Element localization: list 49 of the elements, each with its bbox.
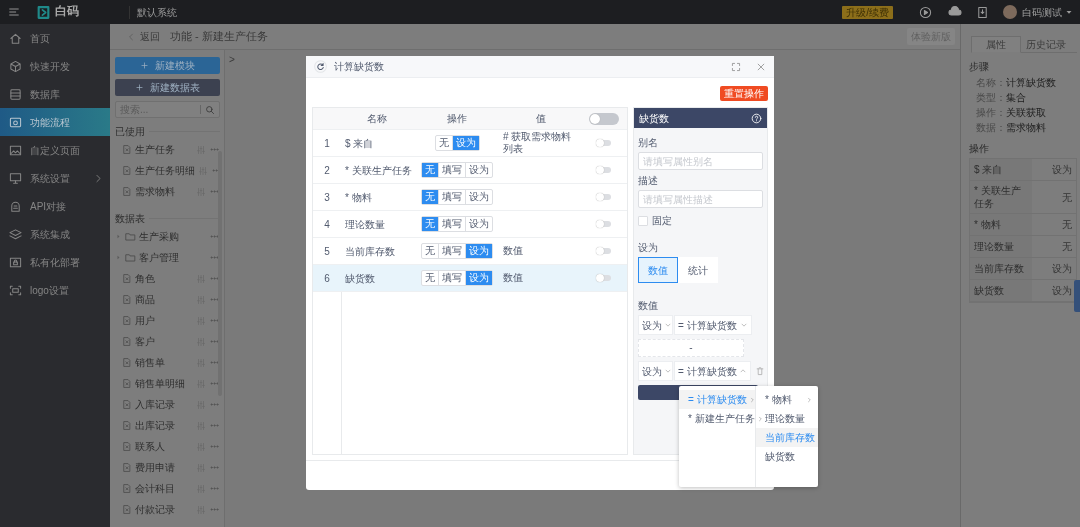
field-value: 关联获取 xyxy=(1006,106,1046,119)
table-cell: 数值 xyxy=(503,272,523,283)
section-title: 操作 xyxy=(969,142,990,155)
app-name: 白码 xyxy=(55,4,79,20)
section-title: 数据表 xyxy=(115,211,145,225)
section-title: 已使用 xyxy=(115,124,145,138)
field-value: 集合 xyxy=(1006,91,1026,104)
field-label: 设为 xyxy=(638,241,659,254)
table-cell-text: 设为 xyxy=(1051,163,1073,176)
row-number: 2 xyxy=(323,163,331,177)
table-cell-text: 无 xyxy=(1061,218,1073,231)
column-header: 操作 xyxy=(446,112,468,125)
table-cell: 缺货数 xyxy=(970,280,1032,301)
table-cell-text: $ 来自 xyxy=(344,136,375,150)
separator-box: - xyxy=(638,339,744,357)
table-cell-text: * 关联生产任务 xyxy=(344,163,413,177)
row-number: 6 xyxy=(323,271,331,285)
table-cell: 数值 xyxy=(503,245,523,256)
column-header: 值 xyxy=(535,112,547,125)
field-label: 描述 xyxy=(638,174,659,187)
dialog-title: 计算缺货数 xyxy=(334,60,385,73)
section-title: 步骤 xyxy=(969,60,990,73)
row-number: 3 xyxy=(323,190,331,204)
checkbox-label: 固定 xyxy=(652,214,672,227)
field-label: 数值 xyxy=(638,299,659,312)
table-cell-text: 无 xyxy=(1061,190,1073,204)
table-cell: * 物料 xyxy=(970,214,1032,235)
system-name: 默认系统 xyxy=(129,5,177,19)
table-cell-text: 当前库存数 xyxy=(344,244,396,258)
table-cell: 当前库存数 xyxy=(970,258,1032,279)
table-cell-text: 设为 xyxy=(1051,262,1073,275)
field-value: 需求物料 xyxy=(1006,121,1046,134)
table-cell: 理论数量 xyxy=(970,236,1032,257)
field-label: 别名 xyxy=(638,136,659,149)
row-number: 1 xyxy=(323,136,331,150)
panel-title: 缺货数 xyxy=(639,111,669,125)
row-number: 4 xyxy=(323,217,331,231)
table-cell-text: 无 xyxy=(1061,240,1073,253)
table-cell-text: 理论数量 xyxy=(344,217,386,231)
column-header: 名称 xyxy=(366,112,388,125)
row-number: 5 xyxy=(323,244,331,258)
table-cell-text: 缺货数 xyxy=(344,271,376,285)
table-cell-text: * 物料 xyxy=(344,190,373,204)
table-cell: * 关联生产任务 xyxy=(970,181,1032,213)
field-value: 计算缺货数 xyxy=(1006,76,1056,89)
page-title: 功能 - 新建生产任务 xyxy=(170,29,268,44)
table-cell: # 获取需求物料列表 xyxy=(503,131,572,154)
table-cell: $ 来自 xyxy=(970,159,1032,180)
table-cell-text: 设为 xyxy=(1051,284,1073,297)
